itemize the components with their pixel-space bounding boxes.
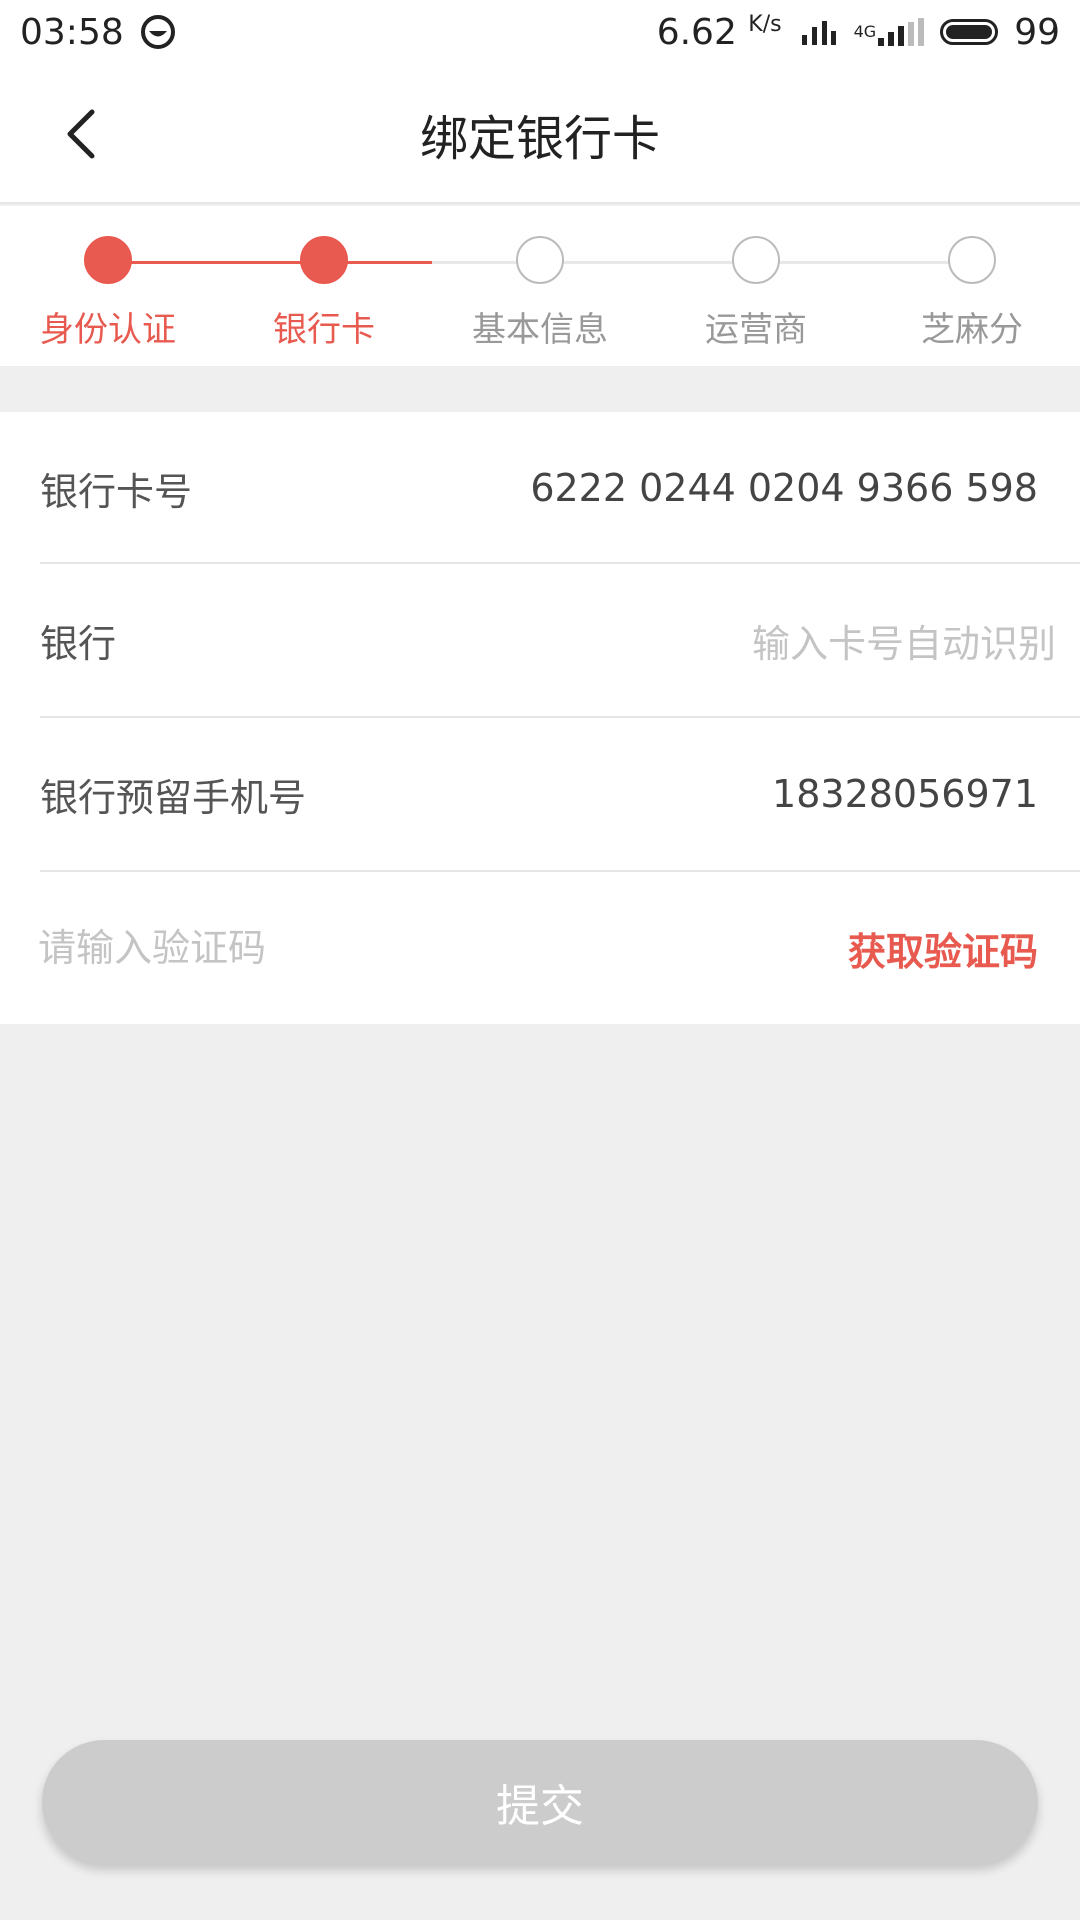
card-number-row[interactable]: 银行卡号 6222 0244 0204 9366 598 — [0, 412, 1080, 564]
step-label: 运营商 — [705, 310, 807, 350]
phone-label: 银行预留手机号 — [40, 775, 307, 820]
status-bar: 03:58 6.62 K/s 4G 99 — [0, 0, 1080, 64]
verification-code-input[interactable] — [36, 917, 540, 979]
app-notification-icon — [140, 15, 175, 49]
step-label: 基本信息 — [472, 310, 608, 350]
step-dot — [84, 236, 132, 284]
network-type: 4G — [853, 21, 877, 41]
bank-field[interactable]: 输入卡号自动识别 — [752, 613, 1056, 668]
step-label: 身份认证 — [40, 310, 176, 350]
bank-card-form: 银行卡号 6222 0244 0204 9366 598 银行 输入卡号自动识别… — [0, 412, 1080, 1024]
status-time: 03:58 — [20, 11, 124, 53]
submit-button[interactable]: 提交 — [42, 1740, 1038, 1864]
step-dot — [300, 236, 348, 284]
signal-icon — [878, 18, 925, 46]
card-number-label: 银行卡号 — [40, 469, 193, 514]
card-number-field[interactable]: 6222 0244 0204 9366 598 — [530, 466, 1038, 510]
step-dot — [948, 236, 996, 284]
step-sesame-score: 芝麻分 — [864, 206, 1080, 366]
phone-row[interactable]: 银行预留手机号 18328056971 — [0, 718, 1080, 870]
step-bank-card: 银行卡 — [216, 206, 432, 366]
step-dot — [732, 236, 780, 284]
bank-row[interactable]: 银行 输入卡号自动识别 — [0, 564, 1080, 716]
step-basic-info: 基本信息 — [432, 206, 648, 366]
network-speed-unit: K/s — [748, 11, 782, 37]
step-label: 芝麻分 — [921, 310, 1023, 350]
page-title: 绑定银行卡 — [419, 111, 660, 167]
phone-field[interactable]: 18328056971 — [772, 772, 1038, 816]
step-identity: 身份认证 — [0, 206, 216, 366]
battery-level: 99 — [1014, 11, 1060, 53]
progress-steps: 身份认证 银行卡 基本信息 运营商 芝麻分 — [0, 206, 1080, 366]
step-label: 银行卡 — [273, 310, 375, 350]
data-transfer-icon — [801, 21, 836, 45]
step-dot — [516, 236, 564, 284]
battery-icon — [940, 19, 999, 45]
bank-label: 银行 — [40, 621, 117, 666]
bind-bank-card-screen: 03:58 6.62 K/s 4G 99 绑定银行卡 身份认证 银行卡 基本信息… — [0, 0, 1080, 1920]
get-code-button[interactable]: 获取验证码 — [848, 921, 1038, 976]
step-carrier: 运营商 — [648, 206, 864, 366]
network-speed: 6.62 — [656, 11, 737, 53]
verification-code-row: 获取验证码 — [0, 872, 1080, 1024]
navigation-bar: 绑定银行卡 — [0, 64, 1080, 204]
